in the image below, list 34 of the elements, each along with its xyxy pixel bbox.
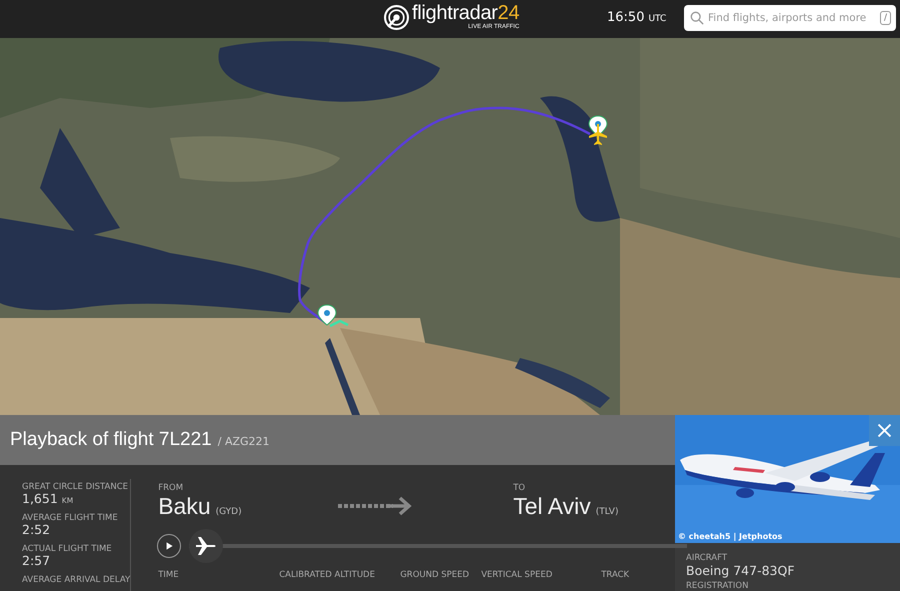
close-button[interactable] <box>869 415 900 446</box>
photo-credit: © cheetah5 | Jetphotos <box>678 532 782 541</box>
radar-logo-icon <box>384 4 409 30</box>
origin-label: FROM <box>158 483 184 493</box>
column-label: TIME <box>158 570 180 580</box>
shortcut-key: / <box>880 11 891 25</box>
origin-city: Baku <box>158 493 211 520</box>
destination-label: TO <box>513 483 526 493</box>
column-label: TRACK <box>601 570 630 580</box>
stat-label: GREAT CIRCLE DISTANCE <box>22 482 130 492</box>
destination-city: Tel Aviv <box>513 493 591 520</box>
column-label: CALIBRATED ALTITUDE <box>279 570 376 580</box>
column-label: GROUND SPEED <box>400 570 470 580</box>
logo-wordmark[interactable]: flightradar24 <box>412 3 520 23</box>
flight-callsign: / AZG221 <box>218 435 270 448</box>
close-icon <box>876 422 893 439</box>
origin-code: (GYD) <box>216 507 242 517</box>
play-button[interactable] <box>157 534 182 558</box>
registration-label: REGISTRATION <box>686 581 750 591</box>
stat-label: AVERAGE FLIGHT TIME <box>22 513 119 523</box>
stat-label: ACTUAL FLIGHT TIME <box>22 544 113 554</box>
clock-time: 16:50 <box>607 10 644 25</box>
column-label: VERTICAL SPEED <box>481 570 554 580</box>
arrow-icon <box>338 496 414 516</box>
aircraft-type: Boeing 747-83QF <box>686 563 796 578</box>
stat-value: 2:52 <box>22 523 50 537</box>
airplane-slider-thumb[interactable] <box>189 529 224 563</box>
stat-label: AVERAGE ARRIVAL DELAY <box>22 575 130 585</box>
aircraft-label: AIRCRAFT <box>686 553 728 563</box>
stat-value: 1,651 <box>22 492 58 506</box>
stat-value: 2:57 <box>22 554 50 568</box>
flight-title: Playback of flight 7L221 <box>10 429 212 451</box>
clock-zone: UTC <box>648 14 666 24</box>
destination-code: (TLV) <box>596 507 618 517</box>
